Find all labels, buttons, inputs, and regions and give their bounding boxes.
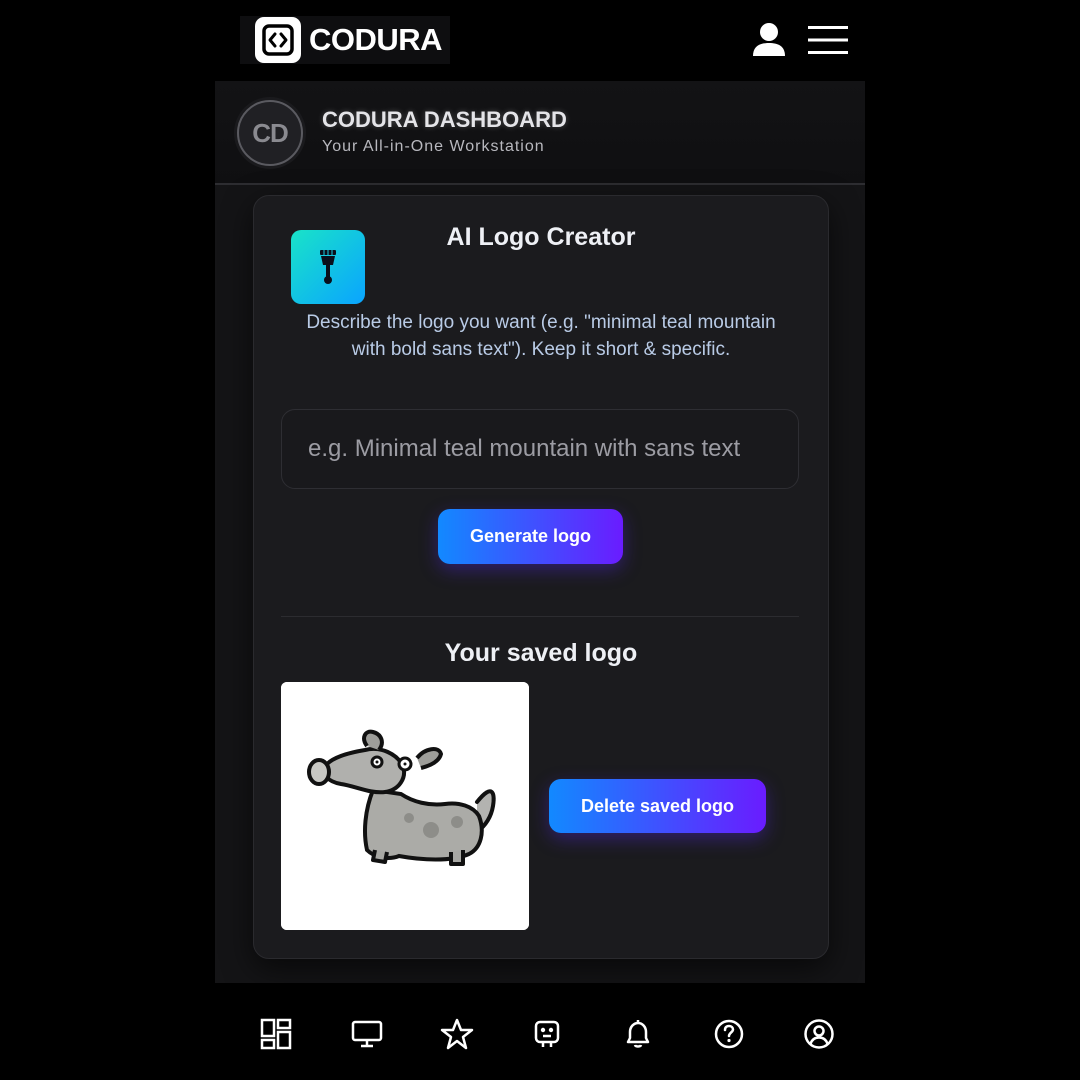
- card-description: Describe the logo you want (e.g. "minima…: [306, 312, 776, 360]
- logo-prompt-input[interactable]: [281, 409, 799, 489]
- monitor-icon: [351, 1020, 383, 1048]
- nav-help[interactable]: [711, 1016, 747, 1052]
- nav-monitor[interactable]: [349, 1016, 385, 1052]
- top-bar: CODURA: [215, 0, 865, 81]
- hamburger-menu-icon: [808, 26, 848, 54]
- logo-creator-card: AI Logo Creator Describe the logo you wa…: [253, 195, 829, 959]
- divider: [281, 616, 799, 617]
- nav-profile[interactable]: [801, 1016, 837, 1052]
- nav-robot[interactable]: [529, 1016, 565, 1052]
- user-button[interactable]: [750, 22, 788, 58]
- nav-dashboard[interactable]: [258, 1016, 294, 1052]
- dashboard-header: CD CODURA DASHBOARD Your All-in-One Work…: [215, 81, 865, 185]
- bell-icon: [626, 1020, 650, 1048]
- dashboard-icon: [260, 1018, 292, 1050]
- user-icon: [753, 23, 785, 56]
- dashboard-subtitle: Your All-in-One Workstation: [322, 138, 545, 155]
- nav-favorites[interactable]: [439, 1016, 475, 1052]
- bottom-nav: [215, 983, 865, 1080]
- dog-cartoon-icon: [281, 682, 529, 930]
- delete-saved-logo-button[interactable]: Delete saved logo: [549, 779, 766, 833]
- app-screen: CODURA CD CODURA DASHBOARD Your All-in-O…: [215, 0, 865, 1080]
- nav-notifications[interactable]: [620, 1016, 656, 1052]
- generate-logo-button[interactable]: Generate logo: [438, 509, 623, 564]
- help-icon: [714, 1019, 744, 1049]
- robot-icon: [534, 1020, 560, 1047]
- card-title: AI Logo Creator: [446, 223, 636, 251]
- profile-icon: [804, 1019, 834, 1049]
- code-brackets-icon: [255, 17, 301, 63]
- brand-name: CODURA: [309, 22, 443, 57]
- brand-logo[interactable]: CODURA: [240, 16, 450, 64]
- star-icon: [440, 1018, 474, 1050]
- saved-logo-title: Your saved logo: [444, 639, 638, 667]
- menu-button[interactable]: [807, 24, 849, 56]
- dashboard-title: CODURA DASHBOARD: [322, 107, 567, 132]
- avatar: CD: [237, 100, 303, 166]
- saved-logo-image: [281, 682, 529, 930]
